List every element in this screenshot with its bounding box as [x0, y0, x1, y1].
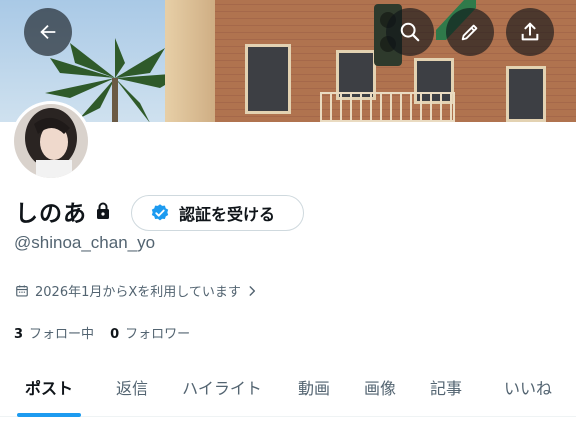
pencil-icon — [461, 24, 478, 41]
tab-replies[interactable]: 返信 — [104, 357, 160, 417]
tab-videos[interactable]: 動画 — [286, 357, 342, 417]
tab-media[interactable]: 画像 — [352, 357, 408, 417]
lock-icon — [97, 202, 109, 219]
banner-cornice — [165, 0, 215, 122]
active-tab-indicator — [17, 413, 81, 417]
verified-badge-icon — [151, 204, 169, 221]
search-button[interactable] — [386, 8, 434, 56]
tab-likes[interactable]: いいね — [492, 357, 564, 417]
banner-balcony — [320, 92, 455, 122]
followers-link[interactable]: 0 フォロワー — [110, 323, 190, 342]
banner-window — [506, 66, 546, 122]
username-handle: @shinoa_chan_yo — [14, 233, 156, 252]
display-name: しのあ — [15, 201, 87, 227]
upload-icon — [521, 22, 539, 41]
tab-articles[interactable]: 記事 — [418, 357, 474, 417]
banner-window — [245, 44, 291, 114]
tab-posts[interactable]: ポスト — [12, 357, 86, 417]
following-label: フォロー中 — [29, 327, 95, 342]
followers-label: フォロワー — [125, 327, 191, 342]
followers-count: 0 — [110, 327, 120, 342]
chevron-right-icon — [249, 285, 255, 296]
search-icon — [400, 22, 420, 42]
back-button[interactable] — [24, 8, 72, 56]
following-link[interactable]: 3 フォロー中 — [14, 323, 94, 342]
edit-button[interactable] — [446, 8, 494, 56]
share-button[interactable] — [506, 8, 554, 56]
avatar[interactable] — [11, 101, 91, 181]
get-verified-label: 認証を受ける — [179, 205, 276, 224]
joined-date[interactable]: 2026年1月からXを利用しています — [15, 281, 259, 300]
follow-stats: 3 フォロー中 0 フォロワー — [14, 323, 206, 342]
profile-tabs: ポスト 返信 ハイライト 動画 画像 記事 いいね — [0, 357, 576, 417]
arrow-left-icon — [40, 24, 56, 40]
get-verified-button[interactable]: 認証を受ける — [131, 195, 304, 231]
calendar-icon — [16, 284, 28, 297]
joined-text: 2026年1月からXを利用しています — [35, 285, 241, 300]
avatar-photo — [14, 104, 88, 178]
following-count: 3 — [14, 327, 24, 342]
name-row: しのあ — [15, 193, 111, 229]
tab-highlights[interactable]: ハイライト — [172, 357, 272, 417]
